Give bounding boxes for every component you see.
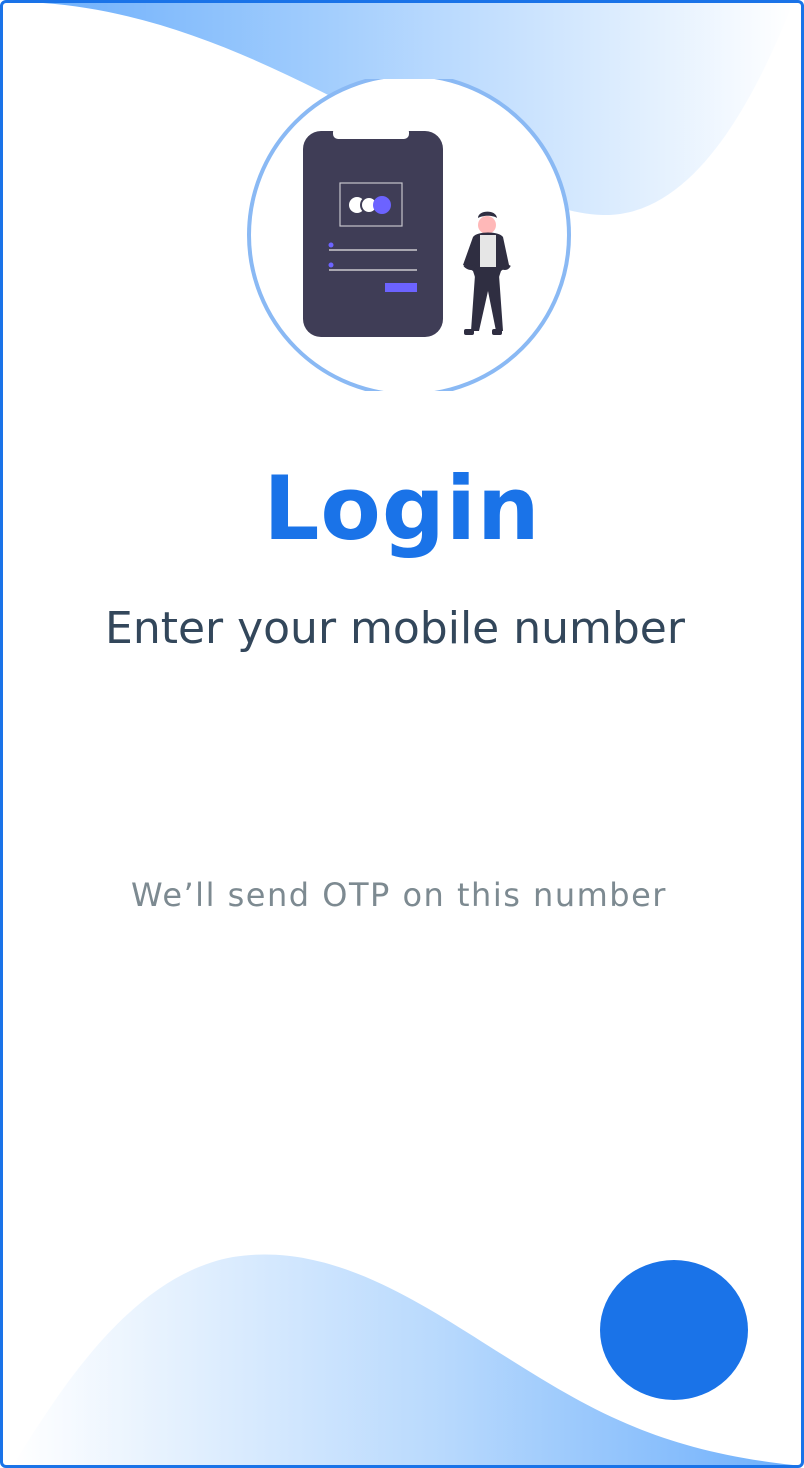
- next-button[interactable]: [600, 1260, 748, 1400]
- login-screen: Login Enter your mobile number We’ll sen…: [0, 0, 804, 1468]
- mobile-number-input[interactable]: [123, 715, 687, 827]
- otp-hint-text: We’ll send OTP on this number: [131, 876, 667, 914]
- page-subtitle: Enter your mobile number: [105, 603, 685, 654]
- phone-login-illustration-icon: [247, 79, 571, 391]
- page-title: Login: [263, 457, 541, 560]
